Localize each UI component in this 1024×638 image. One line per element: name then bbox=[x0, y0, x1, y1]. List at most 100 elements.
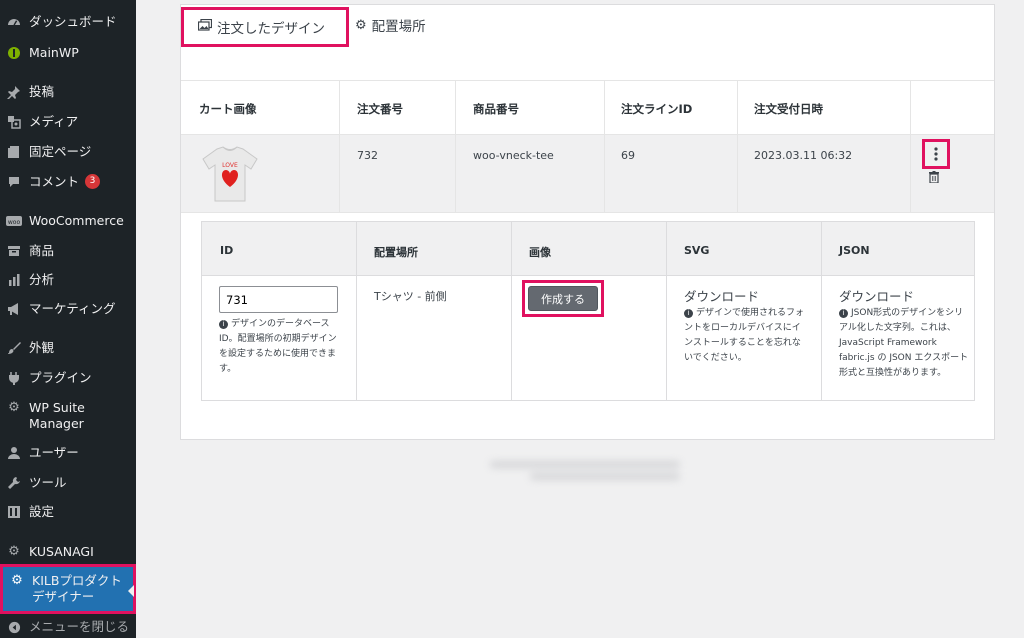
plugin-icon bbox=[6, 370, 22, 386]
collapse-menu-button[interactable]: メニューを閉じる bbox=[0, 619, 136, 635]
column-header: カート画像 bbox=[199, 102, 257, 116]
sidebar-item-label: WooCommerce bbox=[29, 213, 124, 228]
column-header: 注文ラインID bbox=[621, 102, 693, 116]
sidebar-item-settings[interactable]: 設定 bbox=[0, 504, 136, 520]
sidebar-item-label: 設定 bbox=[29, 504, 55, 519]
sidebar-item-analytics[interactable]: 分析 bbox=[0, 272, 136, 288]
order-line-id: 69 bbox=[621, 149, 635, 162]
megaphone-icon bbox=[6, 301, 22, 317]
received-datetime: 2023.03.11 06:32 bbox=[754, 149, 853, 162]
gear-icon: ⚙ bbox=[8, 544, 20, 559]
design-detail-table: ID 配置場所 画像 SVG JSON iデザインのデータベースID。配置場所の… bbox=[201, 221, 975, 401]
dashboard-icon bbox=[6, 14, 22, 30]
sidebar-item-media[interactable]: メディア bbox=[0, 114, 136, 130]
user-icon bbox=[6, 445, 22, 461]
pin-icon bbox=[6, 84, 22, 100]
sidebar-item-label: 分析 bbox=[29, 272, 55, 287]
order-number: 732 bbox=[357, 149, 378, 162]
sidebar-item-label: MainWP bbox=[29, 45, 79, 60]
svg-help-text: i デザインで使用されるフォントをローカルデバイスにインストールすることを忘れない… bbox=[684, 308, 805, 363]
sidebar-item-users[interactable]: ユーザー bbox=[0, 445, 136, 461]
sidebar-item-label: メディア bbox=[29, 114, 79, 129]
images-icon bbox=[197, 18, 213, 35]
sidebar-item-wp-suite-manager[interactable]: ⚙ WP Suite Manager bbox=[0, 400, 136, 432]
sidebar-item-label: プラグイン bbox=[29, 370, 92, 385]
table-row[interactable]: LOVE 732 woo-vneck-tee 69 2023.03.11 06:… bbox=[181, 135, 994, 213]
sidebar-item-label: 固定ページ bbox=[29, 144, 92, 159]
archive-icon bbox=[6, 243, 22, 259]
detail-table-header: ID 配置場所 画像 SVG JSON bbox=[202, 222, 974, 276]
sidebar-item-label: ダッシュボード bbox=[29, 14, 117, 29]
sidebar-item-dashboard[interactable]: ダッシュボード bbox=[0, 14, 136, 30]
sidebar-item-label: マーケティング bbox=[29, 301, 116, 316]
wrench-icon bbox=[6, 475, 22, 491]
blurred-footer-text bbox=[490, 456, 690, 490]
shirt-text: LOVE bbox=[222, 162, 238, 169]
json-download-link[interactable]: ダウンロード bbox=[839, 286, 914, 305]
admin-sidebar: ダッシュボード MainWP 投稿 メディア 固定ページ コメント 3 woo bbox=[0, 0, 136, 638]
sidebar-item-mainwp[interactable]: MainWP bbox=[0, 45, 136, 61]
sidebar-item-appearance[interactable]: 外観 bbox=[0, 340, 136, 356]
sidebar-item-pages[interactable]: 固定ページ bbox=[0, 144, 136, 160]
chart-icon bbox=[6, 272, 22, 288]
sidebar-item-comments[interactable]: コメント 3 bbox=[0, 174, 136, 190]
collapse-icon bbox=[6, 619, 22, 635]
more-actions-button[interactable] bbox=[922, 139, 950, 169]
sidebar-item-woocommerce[interactable]: woo WooCommerce bbox=[0, 213, 136, 229]
designs-panel: 注文したデザイン ⚙ 配置場所 カート画像 注文番号 商品番号 注文ラインID … bbox=[180, 4, 995, 440]
create-button-highlight: 作成する bbox=[522, 280, 604, 317]
sidebar-item-label: 商品 bbox=[29, 243, 55, 258]
id-help-text: i デザインのデータベースID。配置場所の初期デザインを設定するために使用できます… bbox=[219, 319, 337, 374]
sidebar-item-kusanagi[interactable]: ⚙ KUSANAGI bbox=[0, 544, 136, 560]
sidebar-item-tools[interactable]: ツール bbox=[0, 475, 136, 491]
page-icon bbox=[6, 144, 22, 160]
mainwp-icon bbox=[6, 45, 22, 61]
sidebar-item-products[interactable]: 商品 bbox=[0, 243, 136, 259]
tab-bar: 注文したデザイン ⚙ 配置場所 bbox=[181, 5, 994, 81]
sidebar-item-label: コメント bbox=[29, 174, 80, 189]
sidebar-item-label: WP Suite Manager bbox=[29, 400, 85, 431]
sidebar-item-plugins[interactable]: プラグイン bbox=[0, 370, 136, 386]
column-divider bbox=[821, 222, 822, 400]
tab-ordered-designs[interactable]: 注文したデザイン bbox=[181, 7, 349, 47]
sidebar-item-posts[interactable]: 投稿 bbox=[0, 84, 136, 100]
active-indicator bbox=[128, 585, 134, 597]
sidebar-item-label: ユーザー bbox=[29, 445, 79, 460]
column-divider bbox=[339, 81, 340, 213]
comment-icon bbox=[6, 174, 22, 190]
column-divider bbox=[910, 81, 911, 213]
trash-icon[interactable] bbox=[929, 171, 939, 186]
tab-label: 配置場所 bbox=[371, 19, 426, 35]
sidebar-item-label: ツール bbox=[29, 475, 67, 490]
sidebar-item-label: KILBプロダクトデザイナー bbox=[32, 573, 122, 604]
column-divider bbox=[666, 222, 667, 400]
collapse-label: メニューを閉じる bbox=[29, 619, 130, 634]
woo-icon: woo bbox=[6, 213, 22, 229]
column-divider bbox=[604, 81, 605, 213]
svg-download-link[interactable]: ダウンロード bbox=[684, 286, 759, 305]
media-icon bbox=[6, 114, 22, 130]
settings-icon bbox=[6, 504, 22, 520]
gear-icon: ⚙ bbox=[11, 573, 23, 588]
sidebar-item-label: 投稿 bbox=[29, 84, 55, 99]
gear-icon: ⚙ bbox=[8, 400, 20, 415]
brush-icon bbox=[6, 340, 22, 356]
sidebar-item-label: KUSANAGI bbox=[29, 544, 94, 559]
sidebar-item-marketing[interactable]: マーケティング bbox=[0, 301, 136, 317]
sidebar-item-label: 外観 bbox=[29, 340, 55, 355]
info-icon: i bbox=[839, 309, 848, 318]
column-header: 商品番号 bbox=[473, 102, 519, 116]
sidebar-item-kilb-product-designer[interactable]: ⚙ KILBプロダクトデザイナー bbox=[0, 564, 136, 614]
design-id-field[interactable] bbox=[219, 286, 338, 313]
cart-image: LOVE bbox=[199, 143, 261, 205]
product-number: woo-vneck-tee bbox=[473, 149, 554, 162]
comment-count-badge: 3 bbox=[85, 174, 101, 189]
json-help-text: i JSON形式のデザインをシリアル化した文字列。これは、JavaScript F… bbox=[839, 308, 969, 378]
column-divider bbox=[455, 81, 456, 213]
tab-placement[interactable]: ⚙ 配置場所 bbox=[355, 15, 426, 36]
column-header: 注文受付日時 bbox=[754, 102, 823, 116]
column-header: 画像 bbox=[529, 246, 551, 259]
column-header: ID bbox=[220, 244, 234, 257]
info-icon: i bbox=[219, 320, 228, 329]
create-button[interactable]: 作成する bbox=[528, 286, 598, 311]
